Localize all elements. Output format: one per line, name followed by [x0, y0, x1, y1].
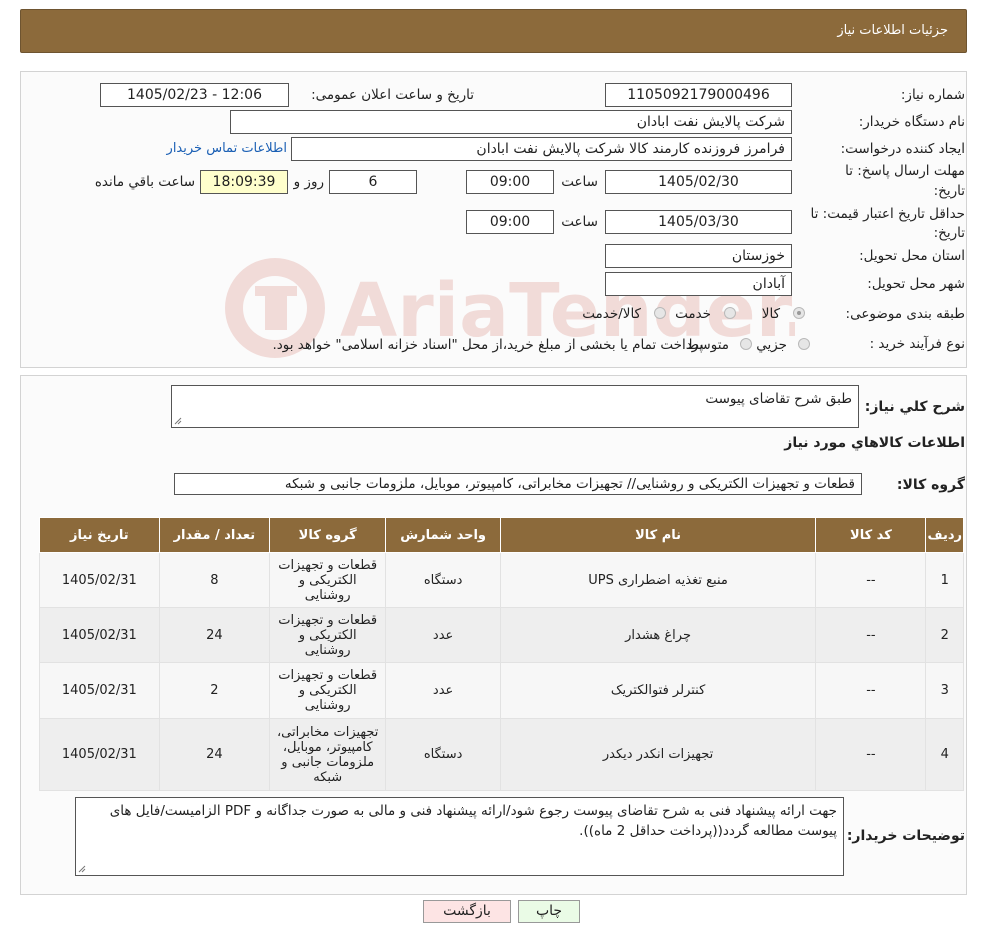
validity-date-field[interactable]: 1405/03/30 [605, 210, 792, 234]
need-number-field[interactable]: 1105092179000496 [605, 83, 792, 107]
price-validity-label: حداقل تاریخ اعتبار قیمت: تا [810, 206, 965, 222]
cell-goods-name: منبع تغذیه اضطراری UPS [499, 552, 817, 608]
table-header-row: رديف کد کالا نام کالا واحد شمارش گروه کا… [39, 517, 964, 553]
cell-quantity: 24 [158, 718, 270, 791]
col-header-quantity: تعداد / مقدار [158, 517, 270, 553]
goods-group-label: گروه کالا: [896, 477, 965, 493]
cell-unit: دستگاه [385, 552, 501, 608]
remaining-time-label: ساعت باقي مانده [94, 174, 195, 190]
resize-grip-icon[interactable] [78, 865, 86, 873]
buyer-notes-label: توضیحات خریدار: [846, 828, 965, 844]
cell-need-date: 1405/02/31 [39, 662, 160, 719]
buyer-org-field[interactable]: شرکت پالایش نفت ابادان [230, 110, 792, 134]
buyer-notes-textarea[interactable]: جهت ارائه پیشنهاد فنی به شرح تقاضای پیوس… [75, 797, 844, 876]
category-radio-service[interactable] [724, 307, 736, 319]
cell-goods-group: قطعات و تجهیزات الکتریکی و روشنایی [268, 552, 387, 608]
buyer-notes-text: جهت ارائه پیشنهاد فنی به شرح تقاضای پیوس… [109, 803, 837, 839]
province-field[interactable]: خوزستان [605, 244, 792, 268]
cell-goods-group: قطعات و تجهیزات الکتریکی و روشنایی [268, 662, 387, 719]
cell-quantity: 2 [158, 662, 270, 719]
description-text: طبق شرح تقاضای پیوست [705, 391, 852, 407]
col-header-goods-name: نام کالا [499, 517, 817, 553]
table-row: 1 -- منبع تغذیه اضطراری UPS دستگاه قطعات… [39, 552, 964, 608]
remaining-days-field[interactable]: 6 [329, 170, 417, 194]
col-header-row-number: رديف [925, 517, 964, 553]
goods-info-title: اطلاعات کالاهاي مورد نياز [784, 435, 965, 451]
table-row: 4 -- تجهیزات انکدر دیکدر دستگاه تجهیزات … [39, 718, 964, 791]
resize-grip-icon[interactable] [174, 417, 182, 425]
page-title: جزئیات اطلاعات نیاز [837, 23, 948, 38]
col-header-goods-code: کد کالا [815, 517, 927, 553]
creator-label: ایجاد کننده درخواست: [840, 141, 965, 157]
cell-goods-code: -- [815, 552, 927, 608]
city-field[interactable]: آبادان [605, 272, 792, 296]
reply-deadline-label: مهلت ارسال پاسخ: تا [845, 163, 965, 179]
cell-unit: دستگاه [385, 718, 501, 791]
cell-row-number: 2 [925, 607, 964, 663]
cell-row-number: 3 [925, 662, 964, 719]
cell-goods-group: قطعات و تجهیزات الکتریکی و روشنایی [268, 607, 387, 663]
province-label: استان محل تحویل: [859, 248, 965, 264]
price-validity-label-2: تاریخ: [933, 225, 965, 241]
col-header-unit: واحد شمارش [385, 517, 501, 553]
cell-row-number: 4 [925, 718, 964, 791]
cell-need-date: 1405/02/31 [39, 607, 160, 663]
category-option-goods: کالا [761, 306, 780, 322]
table-row: 3 -- کنترلر فتوالکتریک عدد قطعات و تجهیز… [39, 662, 964, 719]
cell-unit: عدد [385, 662, 501, 719]
category-radio-goods-service[interactable] [654, 307, 666, 319]
description-textarea[interactable]: طبق شرح تقاضای پیوست [171, 385, 859, 428]
goods-table: رديف کد کالا نام کالا واحد شمارش گروه کا… [39, 517, 964, 791]
buyer-contact-link[interactable]: اطلاعات تماس خریدار [167, 141, 287, 156]
cell-need-date: 1405/02/31 [39, 552, 160, 608]
remaining-time-field: 18:09:39 [200, 170, 288, 194]
remaining-days-label: روز و [293, 174, 324, 190]
creator-field[interactable]: فرامرز فروزنده کارمند کالا شرکت پالایش ن… [291, 137, 792, 161]
category-option-service: خدمت [675, 306, 711, 322]
page-header: جزئیات اطلاعات نیاز [20, 9, 967, 53]
category-option-goods-service: کالا/خدمت [582, 306, 641, 322]
cell-goods-code: -- [815, 662, 927, 719]
cell-quantity: 8 [158, 552, 270, 608]
description-label: شرح کلي نياز: [864, 399, 965, 415]
reply-time-label: ساعت [561, 174, 598, 190]
need-number-label: شماره نیاز: [900, 87, 965, 103]
back-button[interactable]: بازگشت [423, 900, 511, 923]
buyer-org-label: نام دستگاه خریدار: [858, 114, 965, 130]
validity-time-label: ساعت [561, 214, 598, 230]
cell-goods-name: چراغ هشدار [499, 607, 817, 663]
category-radio-goods[interactable] [793, 307, 805, 319]
process-radio-medium[interactable] [740, 338, 752, 350]
process-type-label: نوع فرآیند خرید : [869, 336, 965, 352]
col-header-need-date: تاريخ نياز [39, 517, 160, 553]
process-payment-note: پرداخت تمام یا بخشی از مبلغ خرید،از محل … [272, 337, 703, 353]
announce-datetime-field[interactable]: 1405/02/23 - 12:06 [100, 83, 289, 107]
cell-need-date: 1405/02/31 [39, 718, 160, 791]
process-radio-minor[interactable] [798, 338, 810, 350]
category-label: طبقه بندی موضوعی: [845, 306, 965, 322]
cell-quantity: 24 [158, 607, 270, 663]
col-header-goods-group: گروه کالا [268, 517, 387, 553]
reply-time-field[interactable]: 09:00 [466, 170, 554, 194]
process-option-minor: جزيي [756, 337, 787, 353]
reply-date-field[interactable]: 1405/02/30 [605, 170, 792, 194]
city-label: شهر محل تحویل: [867, 276, 965, 292]
cell-goods-name: کنترلر فتوالکتریک [499, 662, 817, 719]
cell-row-number: 1 [925, 552, 964, 608]
goods-group-field[interactable]: قطعات و تجهیزات الکتریکی و روشنایی// تجه… [174, 473, 862, 495]
cell-goods-name: تجهیزات انکدر دیکدر [499, 718, 817, 791]
cell-goods-group: تجهیزات مخابراتی، کامپیوتر، موبایل، ملزو… [268, 718, 387, 791]
table-row: 2 -- چراغ هشدار عدد قطعات و تجهیزات الکت… [39, 607, 964, 663]
print-button[interactable]: چاپ [518, 900, 580, 923]
cell-unit: عدد [385, 607, 501, 663]
cell-goods-code: -- [815, 607, 927, 663]
reply-deadline-label-2: تاریخ: [933, 183, 965, 199]
cell-goods-code: -- [815, 718, 927, 791]
validity-time-field[interactable]: 09:00 [466, 210, 554, 234]
announce-datetime-label: تاریخ و ساعت اعلان عمومی: [311, 87, 474, 103]
